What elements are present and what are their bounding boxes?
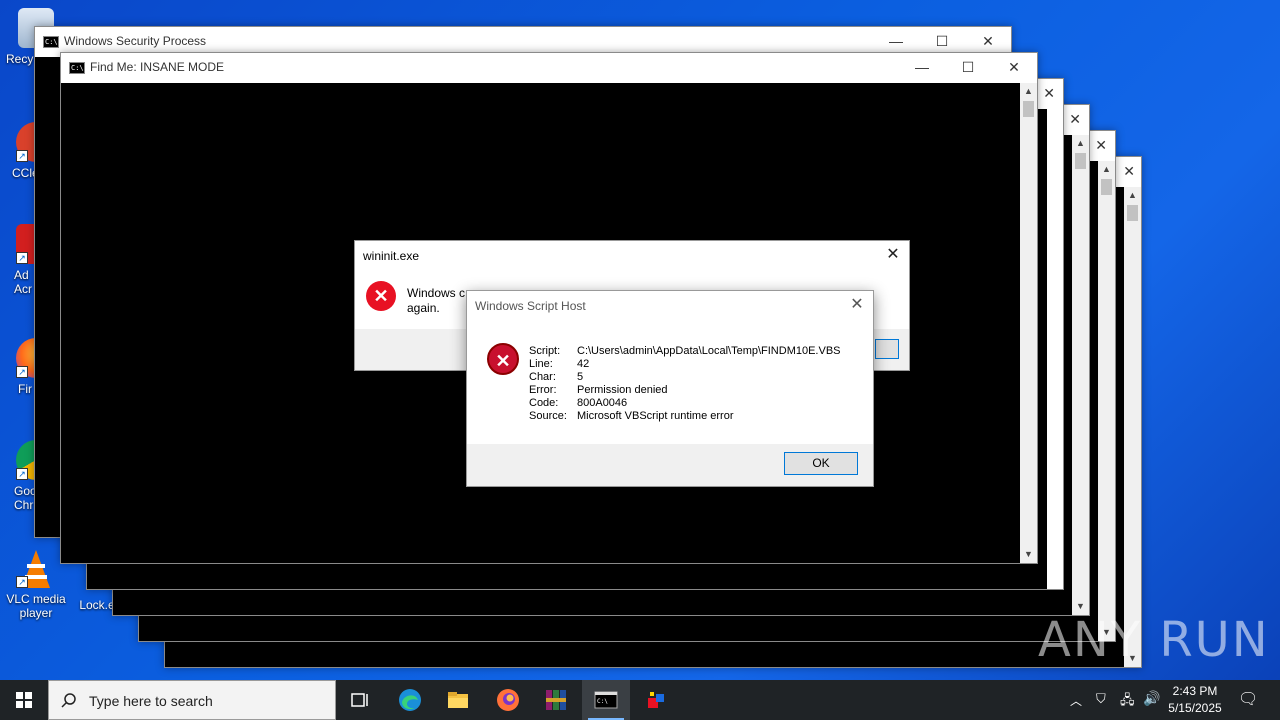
- field-value-script: C:\Users\admin\AppData\Local\Temp\FINDM1…: [577, 345, 841, 357]
- taskbar-firefox[interactable]: [484, 680, 532, 720]
- shortcut-arrow-icon: ↗: [16, 576, 28, 588]
- clock[interactable]: 2:43 PM 5/15/2025: [1160, 683, 1230, 717]
- scroll-up-arrow-icon[interactable]: ▲: [1124, 187, 1141, 204]
- field-value-error: Permission denied: [577, 384, 668, 396]
- close-button[interactable]: ✕: [1123, 163, 1135, 180]
- scroll-up-arrow-icon[interactable]: ▲: [1072, 135, 1089, 152]
- scroll-up-arrow-icon[interactable]: ▲: [1098, 161, 1115, 178]
- windows-logo-icon: [16, 692, 32, 708]
- window-title: Find Me: INSANE MODE: [90, 60, 225, 74]
- winrar-icon: [546, 690, 566, 710]
- maximize-button[interactable]: ☐: [945, 53, 991, 83]
- taskbar-search[interactable]: Type here to search: [48, 680, 336, 720]
- shortcut-arrow-icon: ↗: [16, 150, 28, 162]
- dialog-message: Windows c: [407, 286, 466, 300]
- error-icon: ✕: [366, 281, 396, 311]
- field-key-code: Code:: [529, 397, 559, 409]
- vertical-scrollbar[interactable]: ▲ ▼: [1072, 135, 1089, 615]
- shortcut-arrow-icon: ↗: [16, 366, 28, 378]
- error-icon: ✕: [487, 343, 519, 375]
- dialog-footer: OK: [467, 444, 873, 486]
- close-button[interactable]: ✕: [1069, 111, 1081, 128]
- search-placeholder: Type here to search: [89, 693, 213, 709]
- taskbar-winrar[interactable]: [532, 680, 580, 720]
- clock-time: 2:43 PM: [1172, 684, 1218, 698]
- ok-button[interactable]: OK: [784, 452, 858, 475]
- cmd-icon: C:\: [43, 36, 59, 48]
- field-key-script: Script:: [529, 345, 561, 357]
- firefox-icon: [497, 689, 519, 711]
- shortcut-arrow-icon: ↗: [16, 468, 28, 480]
- close-button[interactable]: ✕: [883, 245, 903, 265]
- shortcut-arrow-icon: ↗: [16, 252, 28, 264]
- desktop-icon-label: Goo Chr: [14, 484, 37, 512]
- desktop-icon-label: Ad Acr: [14, 268, 32, 296]
- scroll-thumb[interactable]: [1075, 153, 1086, 169]
- title-bar[interactable]: C:\ Find Me: INSANE MODE — ☐ ✕: [61, 53, 1037, 83]
- window-title: Windows Security Process: [64, 34, 207, 48]
- field-key-error: Error:: [529, 384, 557, 396]
- task-view-icon: [351, 693, 368, 707]
- close-button[interactable]: ✕: [847, 295, 867, 315]
- vertical-scrollbar[interactable]: ▲ ▼: [1098, 161, 1115, 641]
- dialog-message-tail: again.: [407, 301, 440, 315]
- search-icon: [61, 693, 76, 708]
- taskbar-edge[interactable]: [386, 680, 434, 720]
- dialog-title: Windows Script Host: [475, 299, 586, 313]
- close-button[interactable]: ✕: [1095, 137, 1107, 154]
- anyrun-watermark: ANY RUN: [1038, 612, 1270, 668]
- cmd-icon: C:\: [594, 691, 618, 709]
- field-value-line: 42: [577, 358, 590, 370]
- notification-icon[interactable]: 🗨: [1238, 689, 1258, 720]
- start-button[interactable]: [0, 680, 48, 720]
- field-value-char: 5: [577, 371, 584, 383]
- vertical-scrollbar[interactable]: ▲ ▼: [1124, 187, 1141, 667]
- tray-security-icon[interactable]: ⛉: [1096, 691, 1106, 720]
- minimize-button[interactable]: —: [899, 53, 945, 83]
- scroll-up-arrow-icon[interactable]: ▲: [1020, 83, 1037, 100]
- close-button[interactable]: ✕: [991, 53, 1037, 83]
- tray-network-icon[interactable]: 🖧: [1120, 691, 1135, 720]
- field-key-source: Source:: [529, 410, 567, 422]
- tray-chevron-icon[interactable]: ︿: [1070, 692, 1082, 720]
- edge-icon: [399, 689, 421, 711]
- cmd-icon: C:\: [69, 62, 85, 74]
- scroll-thumb[interactable]: [1023, 101, 1034, 117]
- field-key-char: Char:: [529, 371, 556, 383]
- dialog-title: wininit.exe: [363, 249, 420, 263]
- field-value-source: Microsoft VBScript runtime error: [577, 410, 734, 422]
- clock-date: 5/15/2025: [1168, 701, 1222, 715]
- close-button[interactable]: ✕: [1043, 85, 1055, 102]
- vlc-icon: ↗: [16, 548, 56, 588]
- taskbar-cmd[interactable]: C:\: [582, 680, 630, 720]
- scroll-thumb[interactable]: [1127, 205, 1138, 221]
- vertical-scrollbar[interactable]: ▲ ▼: [1020, 83, 1037, 563]
- dialog-windows-script-host[interactable]: Windows Script Host ✕ ✕ Script: C:\Users…: [466, 290, 874, 487]
- field-value-code: 800A0046: [577, 397, 628, 409]
- app-icon: [648, 692, 664, 708]
- taskbar-task-view[interactable]: [336, 680, 384, 720]
- wininit-ok-button[interactable]: [875, 339, 899, 359]
- field-key-line: Line:: [529, 358, 553, 370]
- tray-volume-icon[interactable]: 🔊: [1143, 690, 1160, 720]
- taskbar: Type here to search C:\ ︿ ⛉ 🖧 🔊 2:43 PM …: [0, 680, 1280, 720]
- taskbar-file-explorer[interactable]: [434, 680, 482, 720]
- scroll-down-arrow-icon[interactable]: ▼: [1020, 546, 1037, 563]
- scroll-thumb[interactable]: [1101, 179, 1112, 195]
- svg-text:C:\: C:\: [597, 698, 608, 705]
- taskbar-app[interactable]: [632, 680, 680, 720]
- file-explorer-icon: [448, 692, 468, 708]
- desktop-icon-label: VLC media player: [6, 592, 66, 620]
